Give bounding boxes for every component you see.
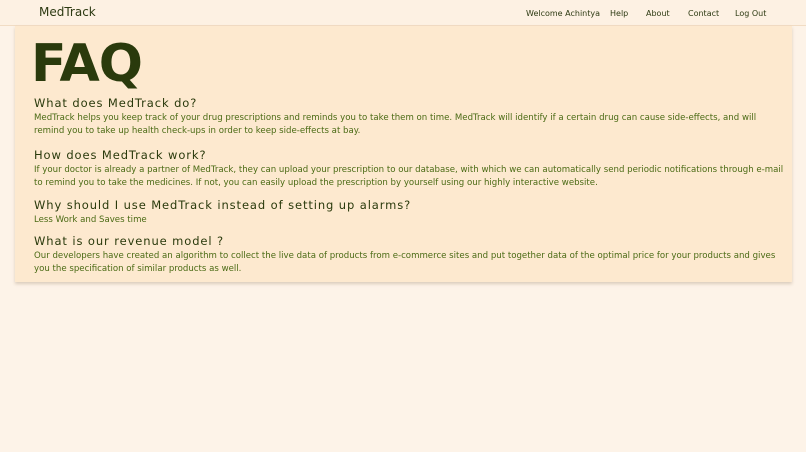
faq-question: How does MedTrack work? <box>34 148 207 162</box>
faq-item: How does MedTrack work? If your doctor i… <box>34 148 786 190</box>
faq-answer: Less Work and Saves time <box>34 215 147 225</box>
nav-contact-link[interactable]: Contact <box>688 9 719 18</box>
faq-item: What is our revenue model ? Our develope… <box>34 234 786 276</box>
nav-help-link[interactable]: Help <box>610 9 628 18</box>
nav-logout-link[interactable]: Log Out <box>735 9 766 18</box>
faq-answer: If your doctor is already a partner of M… <box>34 165 784 188</box>
brand-link[interactable]: MedTrack <box>39 5 96 19</box>
faq-item: What does MedTrack do? MedTrack helps yo… <box>34 96 786 138</box>
faq-question: Why should I use MedTrack instead of set… <box>34 198 412 212</box>
page-title: FAQ <box>31 34 143 94</box>
navbar: MedTrack Welcome Achintya Help About Con… <box>0 0 806 26</box>
faq-answer: MedTrack helps you keep track of your dr… <box>34 113 757 136</box>
nav-about-link[interactable]: About <box>646 9 670 18</box>
faq-item: Why should I use MedTrack instead of set… <box>34 198 786 227</box>
faq-question: What is our revenue model ? <box>34 234 225 248</box>
faq-card: FAQ What does MedTrack do? MedTrack help… <box>15 26 792 282</box>
faq-question: What does MedTrack do? <box>34 96 198 110</box>
faq-answer: Our developers have created an algorithm… <box>34 251 776 274</box>
nav-welcome-user[interactable]: Welcome Achintya <box>526 9 600 18</box>
